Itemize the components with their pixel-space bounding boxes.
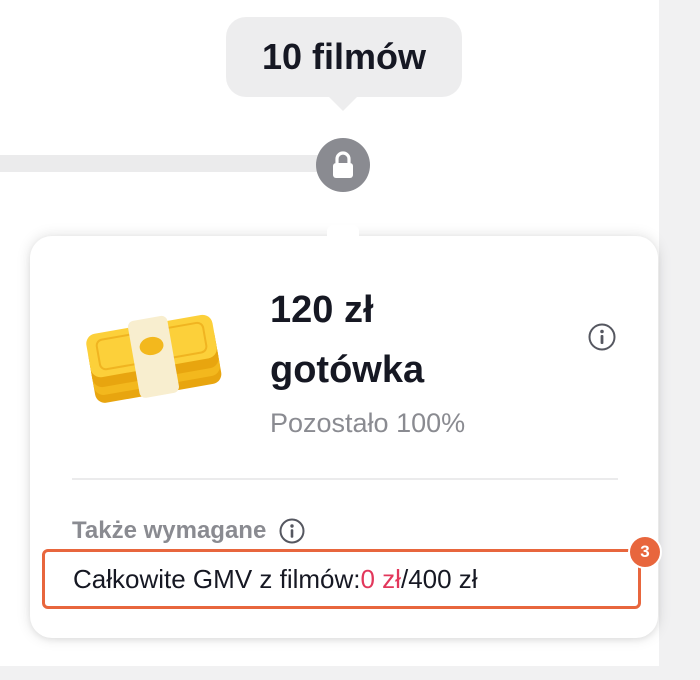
- gmv-target: /400 zł: [400, 563, 478, 594]
- milestone-label: 10 filmów: [226, 17, 462, 97]
- reward-amount: 120 zł: [270, 289, 374, 331]
- requirements-heading: Także wymagane: [72, 514, 306, 548]
- step-badge: 3: [628, 535, 662, 569]
- reward-title: 120 zł gotówka: [270, 280, 570, 400]
- milestone-bubble-tail: [328, 96, 358, 111]
- gmv-current: 0 zł: [360, 563, 401, 594]
- info-icon[interactable]: [278, 517, 306, 545]
- milestone-track: [0, 155, 322, 172]
- info-icon[interactable]: [587, 322, 617, 352]
- milestone-lock: [316, 138, 370, 192]
- gmv-label: Całkowite GMV z filmów:: [73, 563, 361, 594]
- side-gutter: [659, 0, 700, 680]
- requirements-heading-label: Także wymagane: [72, 517, 267, 544]
- bottom-gutter: [0, 666, 659, 680]
- divider: [72, 478, 618, 480]
- lock-icon: [333, 151, 353, 178]
- cash-stack-icon: [86, 314, 222, 403]
- reward-type: gotówka: [270, 349, 425, 391]
- gmv-requirement: Całkowite GMV z filmów: 0 zł /400 zł: [42, 549, 641, 609]
- card-pointer: [327, 225, 359, 247]
- remaining-percent: Pozostało 100%: [270, 408, 466, 438]
